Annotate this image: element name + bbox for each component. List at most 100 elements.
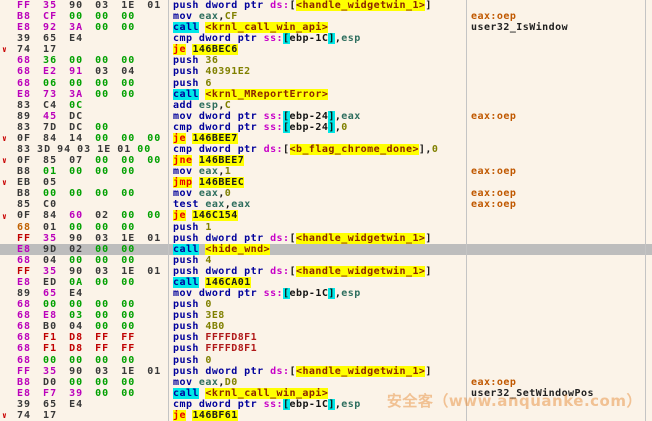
disasm-row[interactable]: 83C40Cadd esp,C	[0, 100, 652, 111]
disasm-row[interactable]: E8733A0000call <krnl_MReportError>	[0, 89, 652, 100]
comment-cell: eax:oep	[466, 199, 652, 210]
bytes-cell: 83C40C	[17, 100, 168, 111]
bytes-cell: 837DDC00	[17, 122, 168, 133]
bytes-cell: 6804000000	[17, 255, 168, 266]
comment-cell: eax:oep	[466, 166, 652, 177]
instruction-cell: push 0	[168, 355, 466, 366]
disasm-row[interactable]: 68F1D8FFFFpush FFFFD8F1	[0, 332, 652, 343]
disasm-row[interactable]: B8D0000000mov eax,D0eax:oep	[0, 377, 652, 388]
instruction-cell: push 0	[168, 299, 466, 310]
bytes-cell: B8D0000000	[17, 377, 168, 388]
disassembly-view[interactable]: FF3590031E01push dword ptr ds:[<handle_w…	[0, 0, 652, 421]
bytes-cell: 6800000000	[17, 299, 168, 310]
instruction-cell: jmp 146BEEC	[168, 177, 466, 188]
disasm-row[interactable]: FF3590031E01push dword ptr ds:[<handle_w…	[0, 266, 652, 277]
disasm-row-selected[interactable]: E89D020000call <hide_wnd>	[0, 244, 652, 255]
bytes-cell: 6800000000	[17, 355, 168, 366]
bytes-cell: 68F1D8FFFF	[17, 332, 168, 343]
disasm-row[interactable]: 85C0test eax,eaxeax:oep	[0, 199, 652, 210]
instruction-cell: add esp,C	[168, 100, 466, 111]
disasm-row[interactable]: E8923A0000call <krnl_call_win_api>user32…	[0, 22, 652, 33]
disasm-row[interactable]: 837DDC00cmp dword ptr ss:[ebp-24],0	[0, 122, 652, 133]
bytes-cell: 0F8507000000	[17, 155, 168, 166]
disasm-row[interactable]: E8ED0A0000call 146CA01	[0, 277, 652, 288]
disasm-row[interactable]: ∨0F8507000000jne 146BEE7	[0, 155, 652, 166]
disasm-row[interactable]: FF3590031E01push dword ptr ds:[<handle_w…	[0, 233, 652, 244]
disasm-row[interactable]: 68E2910304push 40391E2	[0, 66, 652, 77]
bytes-cell: 8965E4	[17, 288, 168, 299]
disasm-row[interactable]: 8945DCmov dword ptr ss:[ebp-24],eaxeax:o…	[0, 111, 652, 122]
bytes-cell: E8923A0000	[17, 22, 168, 33]
disasm-row[interactable]: ∨0F8414000000je 146BEE7	[0, 133, 652, 144]
instruction-cell: call <krnl_call_win_api>	[168, 22, 466, 33]
disasm-row[interactable]: 833D94031E0100cmp dword ptr ds:[<b_flag_…	[0, 144, 652, 155]
bytes-cell: 6806000000	[17, 78, 168, 89]
comment-cell: user32_IsWindow	[466, 22, 652, 33]
instruction-cell: jne 146BEE7	[168, 155, 466, 166]
bytes-cell: FF3590031E01	[17, 266, 168, 277]
comment-cell: eax:oep	[466, 111, 652, 122]
jump-down-icon: ∨	[0, 133, 17, 144]
instruction-cell: push FFFFD8F1	[168, 332, 466, 343]
disasm-row[interactable]: 68F1D8FFFFpush FFFFD8F1	[0, 343, 652, 354]
bytes-cell: 68B0040000	[17, 321, 168, 332]
instruction-cell: call <krnl_MReportError>	[168, 89, 466, 100]
comment-right-separator[interactable]	[645, 0, 646, 421]
bytes-cell: 68E8030000	[17, 310, 168, 321]
anquanke-watermark: 安全客（www.anquanke.com）	[387, 390, 642, 411]
disasm-row[interactable]: ∨7417je 146BF61	[0, 410, 652, 421]
disasm-row[interactable]: 6801000000push 1	[0, 222, 652, 233]
instruction-cell: je 146BF61	[168, 410, 466, 421]
disasm-row[interactable]: 6800000000push 0	[0, 355, 652, 366]
bytes-cell: 6801000000	[17, 222, 168, 233]
bytes-cell: E8F7390000	[17, 388, 168, 399]
bytes-cell: FF3590031E01	[17, 233, 168, 244]
instruction-cell: push FFFFD8F1	[168, 343, 466, 354]
bytes-cell: 3965E4	[17, 399, 168, 410]
disasm-comment-separator[interactable]	[466, 0, 467, 421]
bytes-cell: 85C0	[17, 199, 168, 210]
jump-down-icon: ∨	[0, 410, 17, 421]
disasm-row[interactable]: 6804000000push 4	[0, 255, 652, 266]
disasm-row[interactable]: 68B0040000push 4B0	[0, 321, 652, 332]
instruction-cell: call 146CA01	[168, 277, 466, 288]
instruction-cell: mov eax,D0	[168, 377, 466, 388]
disasm-row[interactable]: ∨7417je 146BEC6	[0, 44, 652, 55]
jump-down-icon: ∨	[0, 211, 17, 222]
instruction-cell: push dword ptr ds:[<handle_widgetwin_1>]	[168, 366, 466, 377]
instruction-cell: push 4B0	[168, 321, 466, 332]
bytes-cell: 0F8414000000	[17, 133, 168, 144]
instruction-cell: push 40391E2	[168, 66, 466, 77]
bytes-cell: FF3590031E01	[17, 366, 168, 377]
instruction-cell: push dword ptr ds:[<handle_widgetwin_1>]	[168, 266, 466, 277]
disasm-row[interactable]: 6806000000push 6	[0, 78, 652, 89]
disasm-row[interactable]: B801000000mov eax,1eax:oep	[0, 166, 652, 177]
bytes-cell: 833D94031E0100	[17, 144, 168, 155]
bytes-disasm-separator[interactable]	[168, 0, 169, 421]
disasm-row[interactable]: B8CF000000mov eax,CFeax:oep	[0, 11, 652, 22]
disasm-rows: FF3590031E01push dword ptr ds:[<handle_w…	[0, 0, 652, 421]
disasm-row[interactable]: 3965E4cmp dword ptr ss:[ebp-1C],esp	[0, 33, 652, 44]
instruction-cell: mov eax,1	[168, 166, 466, 177]
bytes-cell: B801000000	[17, 166, 168, 177]
instruction-cell: mov eax,0	[168, 188, 466, 199]
instruction-cell: cmp dword ptr ds:[<b_flag_chrome_done>],…	[168, 144, 466, 155]
bytes-cell: 6836000000	[17, 55, 168, 66]
instruction-cell: mov dword ptr ss:[ebp-1C],esp	[168, 288, 466, 299]
disasm-row[interactable]: 8965E4mov dword ptr ss:[ebp-1C],esp	[0, 288, 652, 299]
disasm-row[interactable]: FF3590031E01push dword ptr ds:[<handle_w…	[0, 0, 652, 11]
disasm-row[interactable]: 6836000000push 36	[0, 55, 652, 66]
disasm-row[interactable]: FF3590031E01push dword ptr ds:[<handle_w…	[0, 366, 652, 377]
instruction-cell: push 1	[168, 222, 466, 233]
disasm-row[interactable]: ∨EB05jmp 146BEEC	[0, 177, 652, 188]
disasm-row[interactable]: ∨0F8460020000je 146C154	[0, 210, 652, 221]
bytes-cell: 7417	[17, 410, 168, 421]
disasm-row[interactable]: 6800000000push 0	[0, 299, 652, 310]
bytes-cell: 68E2910304	[17, 66, 168, 77]
disasm-row[interactable]: B800000000mov eax,0eax:oep	[0, 188, 652, 199]
instruction-cell: je 146BEE7	[168, 133, 466, 144]
disasm-row[interactable]: 68E8030000push 3E8	[0, 310, 652, 321]
bytes-cell: B8CF000000	[17, 11, 168, 22]
jump-down-icon: ∨	[0, 155, 17, 166]
instruction-cell: cmp dword ptr ss:[ebp-1C],esp	[168, 33, 466, 44]
